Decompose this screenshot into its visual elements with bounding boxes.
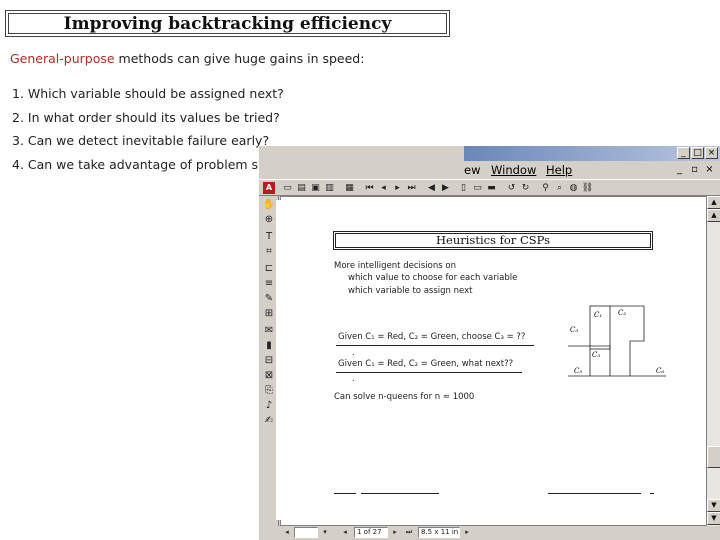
underline-rule	[336, 372, 522, 373]
fit-page-icon[interactable]: ▭	[471, 182, 484, 194]
status-last-icon[interactable]: ⏭	[404, 527, 414, 538]
menu-view[interactable]: ew	[464, 163, 480, 177]
intro-text: General-purpose methods can give huge ga…	[10, 51, 364, 66]
go-forward-icon[interactable]: ▶	[439, 182, 452, 194]
pdf-page: Heuristics for CSPs More intelligent dec…	[276, 200, 695, 520]
inner-page-title: Heuristics for CSPs	[333, 231, 653, 250]
next-page-icon[interactable]: ▸	[391, 182, 404, 194]
inner-text-line: which variable to assign next	[348, 286, 473, 296]
hand-tool-icon[interactable]: ✋	[262, 198, 276, 211]
rotate-left-icon[interactable]: ↺	[505, 182, 518, 194]
label-c2: C₂	[618, 309, 626, 317]
zoom-field[interactable]	[294, 527, 318, 538]
link-tool-icon[interactable]: ⊏	[262, 262, 276, 275]
label-c3: C₃	[570, 326, 578, 334]
inner-text-line: Can solve n-queens for n ≈ 1000	[334, 392, 475, 402]
open-icon[interactable]: ▭	[281, 182, 294, 194]
label-c5: C₅	[574, 367, 582, 375]
menu-help[interactable]: Help	[546, 163, 572, 177]
intro-accent: General-purpose	[10, 51, 115, 66]
label-c1: C₁	[594, 311, 602, 319]
inner-text-line: which value to choose for each variable	[348, 273, 518, 283]
crop-tool-icon[interactable]: ⌗	[262, 245, 276, 258]
scrollbar-thumb[interactable]	[707, 446, 720, 468]
inner-text-line: More intelligent decisions on	[334, 261, 456, 271]
actual-size-icon[interactable]: ▯	[457, 182, 470, 194]
search-icon[interactable]: ⌕	[553, 182, 566, 194]
status-first-icon[interactable]: ◂	[282, 527, 292, 538]
touchup-tool-icon[interactable]: ⊠	[262, 369, 276, 382]
inner-given-line-1: Given C₁ = Red, C₂ = Green, choose C₃ = …	[338, 332, 526, 342]
scroll-down-icon[interactable]: ▼	[707, 512, 720, 525]
prev-page-icon[interactable]: ◂	[377, 182, 390, 194]
note-tool-icon[interactable]: ✉	[262, 324, 276, 337]
slide-title: Improving backtracking efficiency	[5, 10, 450, 37]
pencil-tool-icon[interactable]: ✎	[262, 292, 276, 305]
attach-tool-icon[interactable]: ⎘	[262, 384, 276, 397]
menubar: ew Window Help _ ▫ ×	[464, 161, 720, 180]
footer-rule	[334, 493, 356, 494]
vertical-scrollbar[interactable]: ▲ ▲ ▼ ▼	[707, 196, 720, 526]
menu-window-label: Window	[491, 163, 537, 177]
menu-window[interactable]: Window	[491, 163, 536, 177]
article-tool-icon[interactable]: ≡	[262, 277, 276, 290]
label-c3-inner: C₃	[592, 351, 600, 359]
menu-help-label: Help	[546, 163, 573, 177]
doc-close-button[interactable]: ×	[703, 164, 716, 176]
last-page-icon[interactable]: ⏭	[405, 182, 418, 194]
page-size-field: 8.5 x 11 in	[418, 527, 460, 538]
print-icon[interactable]: ▤	[295, 182, 308, 194]
toolbar: A ▭ ▤ ▣ ▥ ▦ ⏮ ◂ ▸ ⏭ ◀ ▶ ▯ ▭ ▬ ↺ ↻ ⚲ ⌕ ◍ …	[259, 179, 720, 196]
region-c2	[610, 305, 645, 376]
label-c6: C₆	[656, 367, 664, 375]
inner-dot: .	[352, 374, 355, 384]
signature-tool-icon[interactable]: ✍	[262, 414, 276, 427]
status-next-icon[interactable]: ▸	[390, 527, 400, 538]
page-number-field[interactable]: 1 of 27	[354, 527, 388, 538]
acrobat-logo-icon: A	[263, 182, 275, 194]
rotate-right-icon[interactable]: ↻	[519, 182, 532, 194]
map-coloring-diagram: C₁ C₂ C₃ C₃ C₅ C₆	[568, 305, 666, 377]
footer-rule	[650, 493, 654, 494]
email-icon[interactable]: ▥	[323, 182, 336, 194]
doc-restore-button[interactable]: ▫	[688, 164, 701, 176]
underline-rule	[336, 345, 534, 346]
go-back-icon[interactable]: ◀	[425, 182, 438, 194]
scroll-up-icon[interactable]: ▲	[707, 196, 720, 209]
question-item: 1. Which variable should be assigned nex…	[12, 86, 284, 101]
doc-minimize-button[interactable]: _	[673, 164, 686, 176]
find-icon[interactable]: ⚲	[539, 182, 552, 194]
close-button[interactable]: ×	[705, 147, 718, 159]
stamp-tool-icon[interactable]: ⊞	[262, 307, 276, 320]
minimize-button[interactable]: _	[677, 147, 690, 159]
form-tool-icon[interactable]: ⊟	[262, 354, 276, 367]
window-titlebar[interactable]: _ □ ×	[464, 146, 720, 161]
maximize-button[interactable]: □	[691, 147, 704, 159]
status-back-icon[interactable]: ◂	[340, 527, 350, 538]
inner-given-line-2: Given C₁ = Red, C₂ = Green, what next??	[338, 359, 514, 369]
fit-width-icon[interactable]: ▬	[485, 182, 498, 194]
footer-rule	[361, 493, 439, 494]
sound-tool-icon[interactable]: ♪	[262, 399, 276, 412]
zoom-tool-icon[interactable]: ⊕	[262, 213, 276, 226]
highlight-tool-icon[interactable]: ▮	[262, 339, 276, 352]
first-page-icon[interactable]: ⏮	[363, 182, 376, 194]
status-bar: ◂ ▾ ◂ 1 of 27 ▸ ⏭ 8.5 x 11 in ▸	[280, 526, 720, 540]
intro-rest: methods can give huge gains in speed:	[114, 51, 365, 66]
scroll-up-icon[interactable]: ▲	[707, 209, 720, 222]
question-item: 2. In what order should its values be tr…	[12, 109, 280, 125]
region-outlines	[568, 305, 666, 377]
web-capture-icon[interactable]: ◍	[567, 182, 580, 194]
status-menu-icon[interactable]: ▸	[462, 527, 472, 538]
text-select-icon[interactable]: T	[262, 230, 276, 243]
status-prev-icon[interactable]: ▾	[320, 527, 330, 538]
inner-dot: .	[352, 348, 355, 358]
footer-rule	[548, 493, 641, 494]
web-links-icon[interactable]: ⛓	[581, 182, 594, 194]
save-icon[interactable]: ▣	[309, 182, 322, 194]
scroll-down-icon[interactable]: ▼	[707, 499, 720, 512]
show-hide-navigation-icon[interactable]: ▦	[343, 182, 356, 194]
